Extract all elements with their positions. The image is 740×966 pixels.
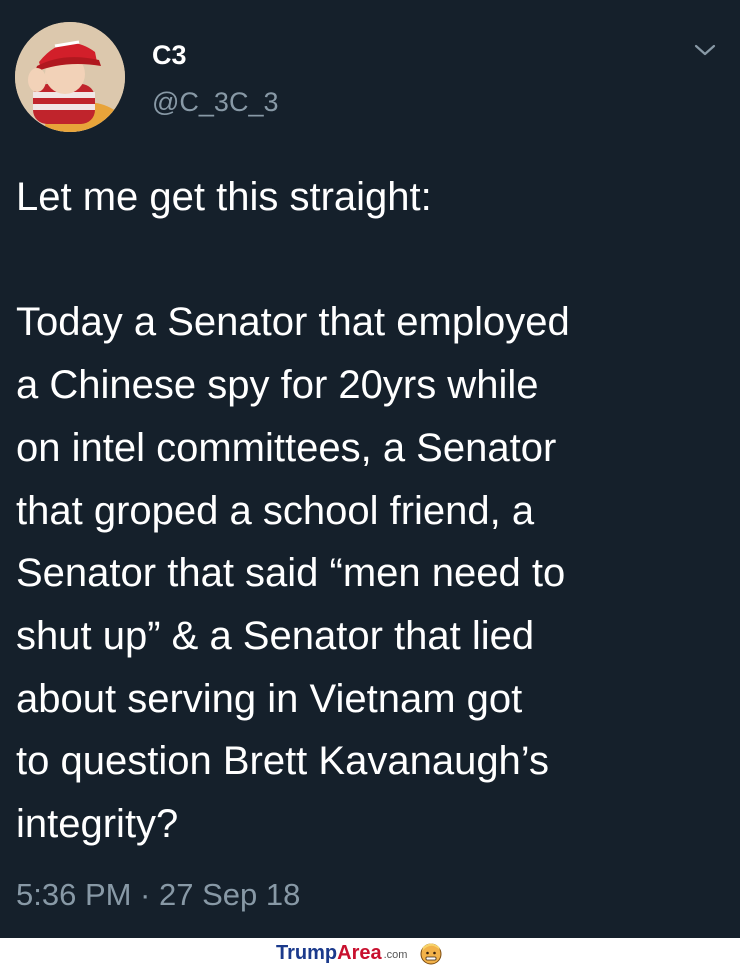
tweet-card: C3 @C_3C_3 Let me get this straight: Tod… bbox=[0, 0, 740, 938]
baby-in-red-cap-avatar-icon bbox=[15, 22, 125, 132]
watermark-suffix: .com bbox=[383, 949, 408, 961]
display-name[interactable]: C3 bbox=[152, 40, 187, 71]
trump-face-icon bbox=[419, 941, 443, 965]
watermark: Trump Area .com bbox=[276, 940, 443, 966]
tweet-text: Let me get this straight: Today a Senato… bbox=[16, 175, 570, 847]
chevron-down-icon[interactable] bbox=[690, 38, 720, 62]
avatar[interactable] bbox=[15, 22, 125, 132]
watermark-trump-text: Trump bbox=[276, 941, 338, 964]
watermark-area-text: Area bbox=[337, 941, 382, 964]
tweet-timestamp[interactable]: 5:36 PM · 27 Sep 18 bbox=[16, 877, 300, 913]
user-handle[interactable]: @C_3C_3 bbox=[152, 87, 278, 118]
